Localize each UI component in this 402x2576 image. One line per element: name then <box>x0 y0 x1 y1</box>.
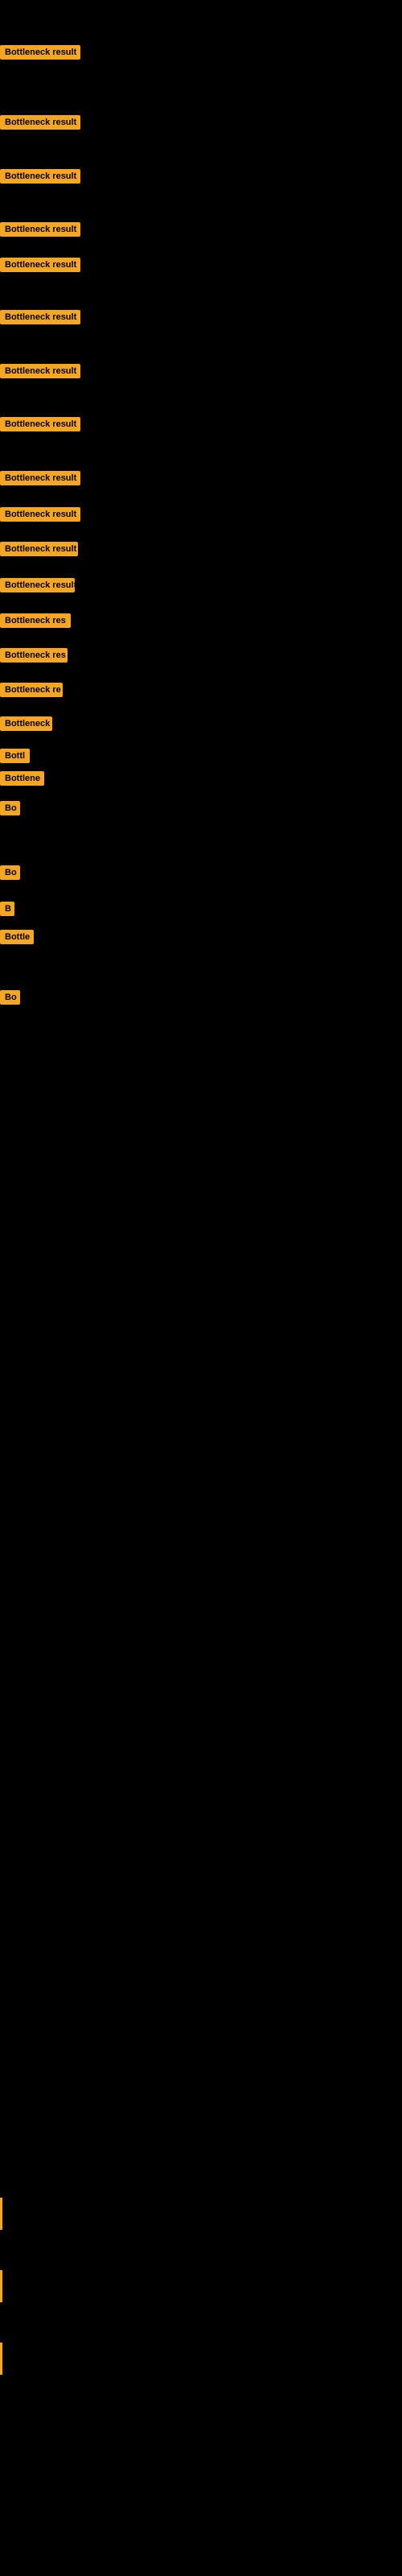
bottleneck-badge[interactable]: Bottleneck result <box>0 222 80 237</box>
bottleneck-badge[interactable]: Bottleneck result <box>0 364 80 378</box>
bottleneck-badge[interactable]: Bottleneck result <box>0 471 80 485</box>
vertical-bar <box>0 2198 2 2230</box>
bottleneck-badge[interactable]: Bottleneck result <box>0 115 80 130</box>
bottleneck-badge[interactable]: Bottleneck result <box>0 169 80 184</box>
bottleneck-badge[interactable]: Bottleneck result <box>0 310 80 324</box>
bottleneck-badge[interactable]: Bottleneck res <box>0 648 68 663</box>
bottleneck-badge[interactable]: Bottleneck result <box>0 258 80 272</box>
bottleneck-result-row: Bo <box>0 990 20 1009</box>
bottleneck-result-row: Bottleneck res <box>0 648 68 667</box>
bottleneck-result-row: Bottleneck <box>0 716 52 735</box>
bottleneck-result-row: Bottleneck res <box>0 613 71 632</box>
bottleneck-badge[interactable]: Bottlene <box>0 771 44 786</box>
bottleneck-result-row: Bottleneck result <box>0 258 80 276</box>
bottleneck-badge[interactable]: Bottleneck result <box>0 578 75 592</box>
bottleneck-result-row: Bottleneck result <box>0 578 75 597</box>
bottleneck-badge[interactable]: Bottleneck result <box>0 45 80 60</box>
bottleneck-badge[interactable]: Bo <box>0 990 20 1005</box>
bottleneck-result-row: Bottleneck result <box>0 507 80 526</box>
bottleneck-result-row: Bottleneck result <box>0 310 80 328</box>
bottleneck-badge[interactable]: Bottleneck res <box>0 613 71 628</box>
bottleneck-result-row: Bottleneck re <box>0 683 63 701</box>
bottleneck-badge[interactable]: Bottleneck result <box>0 417 80 431</box>
bottleneck-result-row: Bottle <box>0 930 34 948</box>
bottleneck-result-row: Bottleneck result <box>0 45 80 64</box>
bottleneck-result-row: Bottleneck result <box>0 115 80 134</box>
site-title <box>0 0 402 8</box>
bottleneck-result-row: Bottl <box>0 749 30 767</box>
bottleneck-result-row: Bottlene <box>0 771 44 790</box>
bottleneck-result-row: Bottleneck result <box>0 364 80 382</box>
vertical-bar <box>0 2343 2 2375</box>
bottleneck-result-row: Bo <box>0 801 20 819</box>
bottleneck-badge[interactable]: Bo <box>0 865 20 880</box>
bottleneck-result-row: Bottleneck result <box>0 222 80 241</box>
bottleneck-badge[interactable]: B <box>0 902 14 916</box>
bottleneck-result-row: Bottleneck result <box>0 169 80 188</box>
bottleneck-result-row: B <box>0 902 14 920</box>
bottleneck-result-row: Bottleneck result <box>0 471 80 489</box>
bottleneck-badge[interactable]: Bottleneck re <box>0 683 63 697</box>
bottleneck-badge[interactable]: Bo <box>0 801 20 815</box>
bottleneck-badge[interactable]: Bottleneck result <box>0 507 80 522</box>
bottleneck-badge[interactable]: Bottle <box>0 930 34 944</box>
bottleneck-result-row: Bo <box>0 865 20 884</box>
vertical-bar <box>0 2270 2 2302</box>
bottleneck-badge[interactable]: Bottleneck result <box>0 542 78 556</box>
bottleneck-result-row: Bottleneck result <box>0 417 80 436</box>
bottleneck-badge[interactable]: Bottl <box>0 749 30 763</box>
bottleneck-result-row: Bottleneck result <box>0 542 78 560</box>
bottleneck-badge[interactable]: Bottleneck <box>0 716 52 731</box>
